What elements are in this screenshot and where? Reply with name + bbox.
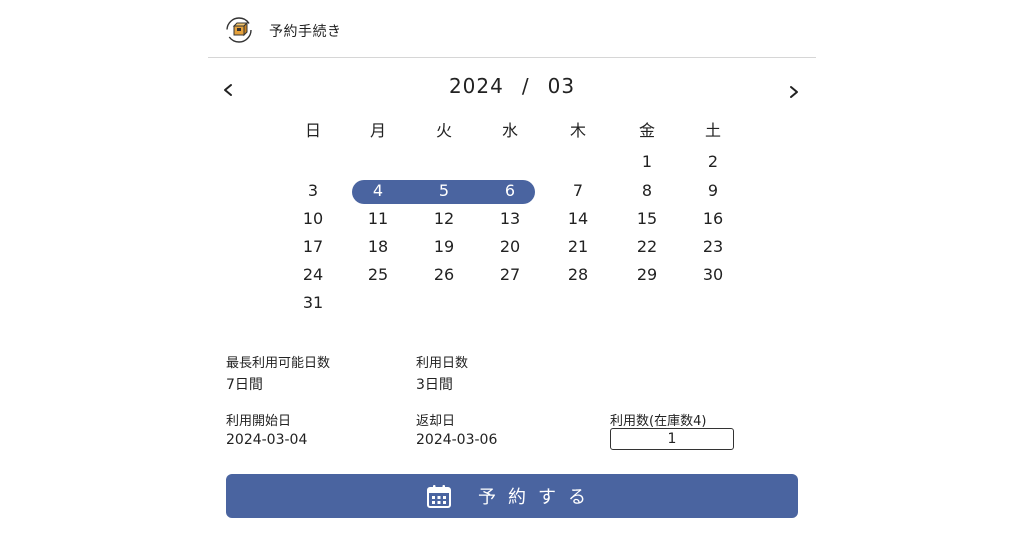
calendar-day[interactable]: 7 (558, 181, 598, 201)
max-days-value: 7日間 (226, 377, 263, 393)
calendar-icon (426, 483, 452, 509)
use-days-label: 利用日数 (416, 356, 469, 371)
quantity-label: 利用数(在庫数4) (610, 414, 707, 429)
calendar-day[interactable]: 17 (293, 237, 333, 257)
calendar-day[interactable]: 10 (293, 209, 333, 229)
reserve-button[interactable]: 予約する (226, 474, 798, 518)
calendar-day[interactable]: 13 (490, 209, 530, 229)
start-date-value: 2024-03-04 (226, 432, 308, 448)
calendar-day[interactable]: 2 (693, 152, 733, 172)
calendar-day[interactable]: 30 (693, 265, 733, 285)
calendar-day[interactable]: 27 (490, 265, 530, 285)
date-separator: / (521, 74, 530, 98)
calendar-day[interactable]: 3 (293, 181, 333, 201)
weekday-label: 火 (435, 121, 452, 140)
box-cycle-icon (225, 16, 253, 44)
calendar-day[interactable]: 28 (558, 265, 598, 285)
use-days-value: 3日間 (416, 377, 453, 393)
weekday-label: 日 (304, 121, 321, 140)
return-date-label: 返却日 (416, 414, 456, 429)
calendar-day[interactable]: 24 (293, 265, 333, 285)
header: 予約手続き (208, 0, 816, 58)
calendar-day[interactable]: 25 (358, 265, 398, 285)
page-title: 予約手続き (269, 24, 342, 40)
weekday-label: 水 (501, 121, 518, 140)
calendar-day[interactable]: 9 (693, 181, 733, 201)
calendar-day[interactable]: 18 (358, 237, 398, 257)
quantity-input[interactable] (610, 428, 734, 450)
calendar-day[interactable]: 4 (358, 181, 398, 201)
calendar-day[interactable]: 22 (627, 237, 667, 257)
weekday-label: 月 (369, 121, 386, 140)
calendar-day[interactable]: 16 (693, 209, 733, 229)
calendar-day[interactable]: 6 (490, 181, 530, 201)
calendar-day[interactable]: 14 (558, 209, 598, 229)
month-label: 03 (547, 74, 576, 98)
year-label: 2024 (448, 74, 504, 98)
weekday-label: 土 (704, 121, 721, 140)
weekday-label: 金 (638, 121, 655, 140)
reserve-button-label: 予約する (478, 487, 598, 508)
calendar-day[interactable]: 19 (424, 237, 464, 257)
calendar-day[interactable]: 15 (627, 209, 667, 229)
calendar-day[interactable]: 21 (558, 237, 598, 257)
return-date-value: 2024-03-06 (416, 432, 498, 448)
calendar-day[interactable]: 23 (693, 237, 733, 257)
calendar-day[interactable]: 29 (627, 265, 667, 285)
calendar-day[interactable]: 1 (627, 152, 667, 172)
calendar-day[interactable]: 5 (424, 181, 464, 201)
weekday-label: 木 (569, 121, 586, 140)
start-date-label: 利用開始日 (226, 414, 292, 429)
month-heading: 2024 / 03 (0, 74, 1024, 98)
calendar-day[interactable]: 26 (424, 265, 464, 285)
calendar-day[interactable]: 20 (490, 237, 530, 257)
max-days-label: 最長利用可能日数 (226, 356, 331, 371)
calendar-day[interactable]: 11 (358, 209, 398, 229)
calendar-day[interactable]: 31 (293, 293, 333, 313)
calendar-day[interactable]: 12 (424, 209, 464, 229)
calendar-day[interactable]: 8 (627, 181, 667, 201)
